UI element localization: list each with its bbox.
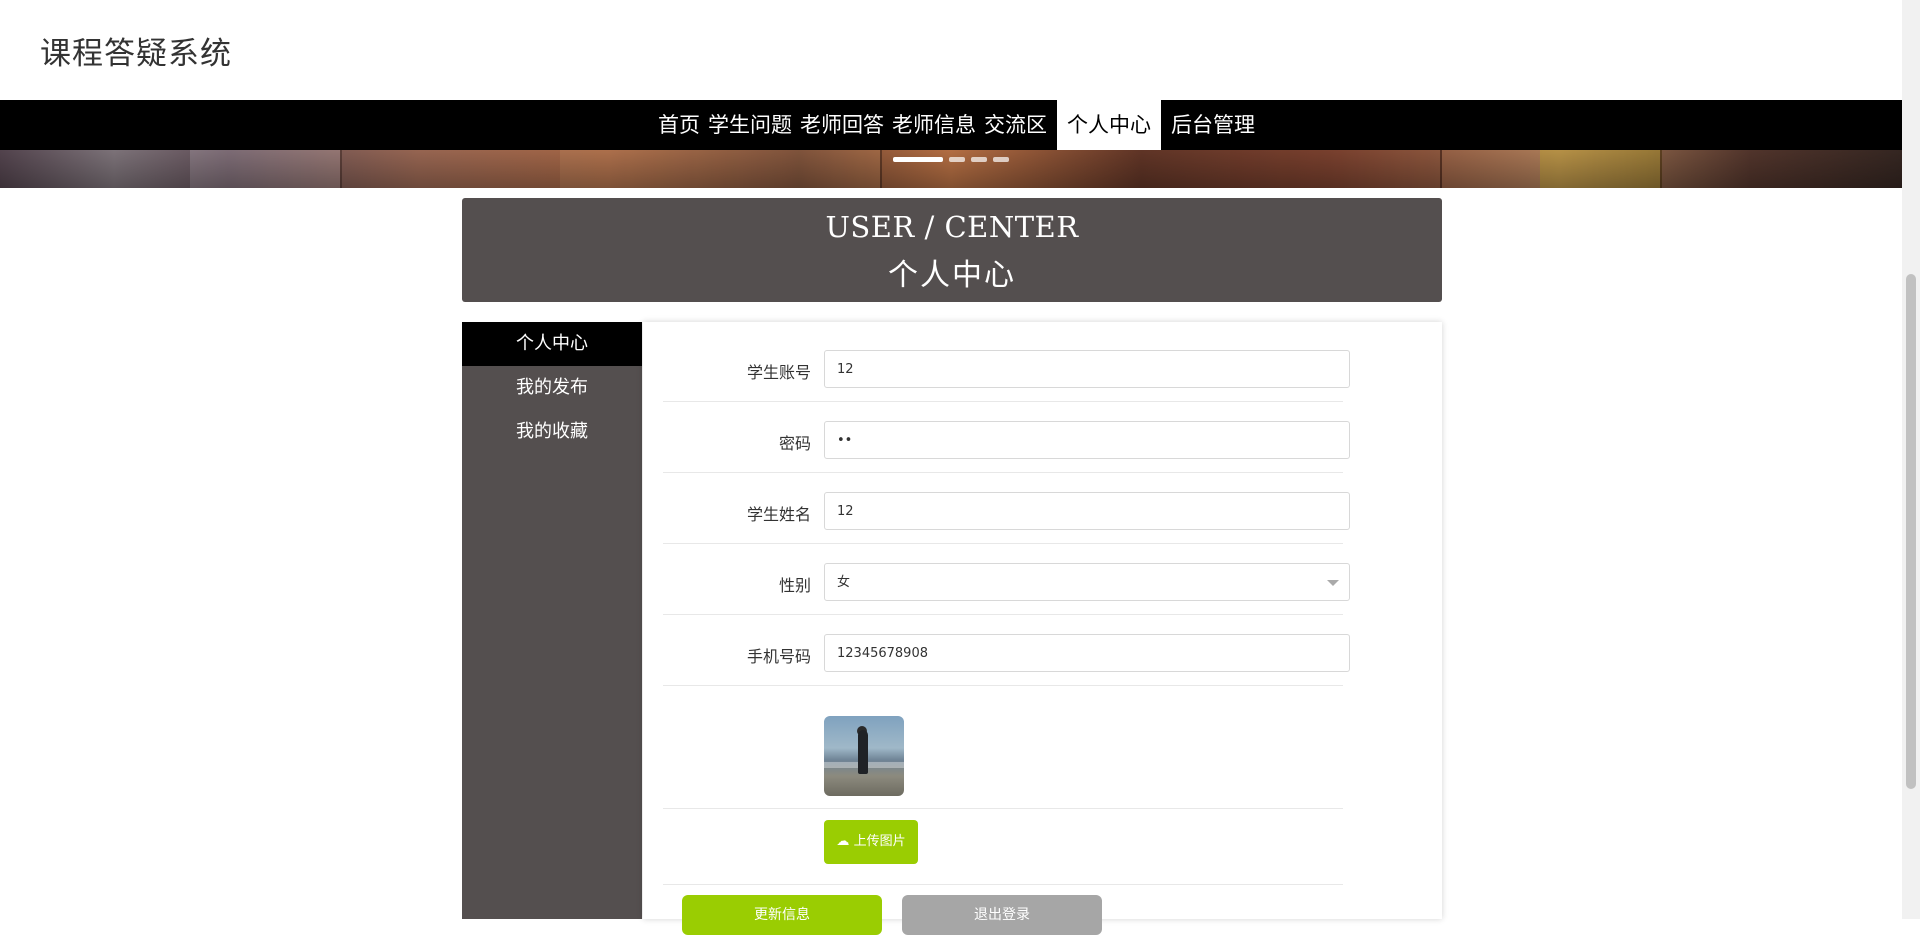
phone-input[interactable]: 12345678908 [824, 634, 1350, 672]
banner-carousel [0, 150, 1902, 188]
user-sidebar: 个人中心 我的发布 我的收藏 [462, 322, 642, 919]
carousel-dot[interactable] [993, 157, 1009, 162]
carousel-dots [893, 157, 1009, 162]
nav-item-teacher-answers[interactable]: 老师回答 [796, 100, 888, 150]
scrollbar-thumb[interactable] [1906, 274, 1916, 789]
nav-item-forum[interactable]: 交流区 [980, 100, 1051, 150]
sidebar-item-my-favorites[interactable]: 我的收藏 [462, 410, 642, 454]
gender-label: 性别 [778, 576, 811, 595]
logout-button[interactable]: 退出登录 [902, 895, 1102, 935]
cloud-upload-icon: ☁ [836, 834, 850, 849]
nav-item-home[interactable]: 首页 [654, 100, 704, 150]
update-info-button[interactable]: 更新信息 [682, 895, 882, 935]
sidebar-item-user-center[interactable]: 个人中心 [462, 322, 642, 366]
carousel-dot[interactable] [971, 157, 987, 162]
profile-form: 学生账号 12 密码 •• 学生姓名 12 性别 女 手机号码 12345678… [643, 322, 1442, 935]
gender-value: 女 [837, 575, 851, 590]
password-label: 密码 [778, 434, 811, 453]
form-row-avatar [663, 708, 1343, 809]
carousel-dot[interactable] [949, 157, 965, 162]
nav-item-admin[interactable]: 后台管理 [1167, 100, 1259, 150]
banner-shade [0, 150, 1902, 188]
main-nav: 首页 学生问题 老师回答 老师信息 交流区 个人中心 后台管理 [0, 100, 1902, 150]
form-row-upload: ☁ 上传图片 [663, 820, 1343, 885]
site-title: 课程答疑系统 [40, 36, 232, 72]
name-input[interactable]: 12 [824, 492, 1350, 530]
avatar-image [824, 716, 904, 796]
form-row-password: 密码 •• [663, 421, 1350, 473]
sidebar-item-my-posts[interactable]: 我的发布 [462, 366, 642, 410]
nav-item-user-center[interactable]: 个人中心 [1057, 100, 1161, 150]
phone-label: 手机号码 [746, 647, 811, 666]
nav-item-student-questions[interactable]: 学生问题 [704, 100, 796, 150]
nav-list: 首页 学生问题 老师回答 老师信息 交流区 个人中心 后台管理 [654, 100, 1259, 150]
carousel-dot[interactable] [893, 157, 943, 162]
upload-button-label: 上传图片 [853, 834, 906, 849]
section-title-en: USER / CENTER [825, 210, 1079, 244]
chevron-down-icon [1327, 580, 1339, 586]
form-row-account: 学生账号 12 [663, 350, 1350, 402]
name-label: 学生姓名 [746, 505, 811, 524]
form-row-gender: 性别 女 [663, 563, 1350, 615]
upload-image-button[interactable]: ☁ 上传图片 [824, 820, 918, 864]
password-input[interactable]: •• [824, 421, 1350, 459]
avatar-decor [858, 730, 868, 774]
account-input[interactable]: 12 [824, 350, 1350, 388]
form-row-phone: 手机号码 12345678908 [663, 634, 1350, 686]
section-title-zh: 个人中心 [888, 258, 1016, 293]
gender-select[interactable]: 女 [824, 563, 1350, 601]
form-row-name: 学生姓名 12 [663, 492, 1350, 544]
section-header: USER / CENTER 个人中心 [462, 198, 1442, 302]
top-header: 课程答疑系统 [0, 0, 1902, 100]
account-label: 学生账号 [746, 363, 811, 382]
nav-item-teacher-info[interactable]: 老师信息 [888, 100, 980, 150]
page-scrollbar[interactable] [1902, 0, 1920, 919]
